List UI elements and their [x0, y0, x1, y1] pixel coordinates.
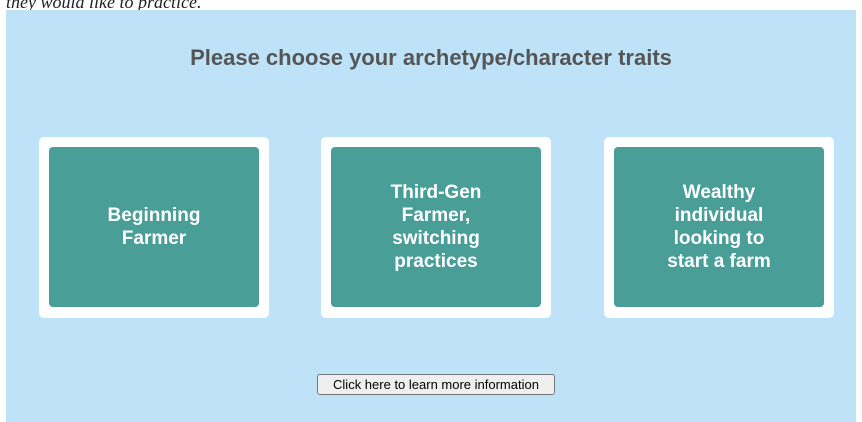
archetype-card-wealthy-individual[interactable]: Wealthy individual looking to start a fa…	[604, 137, 834, 318]
archetype-card-label: Beginning Farmer	[107, 205, 201, 249]
page-title: Please choose your archetype/character t…	[190, 45, 672, 70]
archetype-selection-panel: Please choose your archetype/character t…	[6, 10, 856, 422]
archetype-card-face[interactable]: Beginning Farmer	[49, 147, 259, 307]
archetype-card-label: Third-Gen Farmer, switching practices	[390, 182, 482, 272]
archetype-card-third-gen-farmer[interactable]: Third-Gen Farmer, switching practices	[321, 137, 551, 318]
archetype-card-face[interactable]: Third-Gen Farmer, switching practices	[331, 147, 541, 307]
archetype-card-beginning-farmer[interactable]: Beginning Farmer	[39, 137, 269, 318]
learn-more-button[interactable]: Click here to learn more information	[317, 374, 555, 395]
archetype-card-face[interactable]: Wealthy individual looking to start a fa…	[614, 147, 824, 307]
archetype-card-label: Wealthy individual looking to start a fa…	[667, 182, 771, 272]
